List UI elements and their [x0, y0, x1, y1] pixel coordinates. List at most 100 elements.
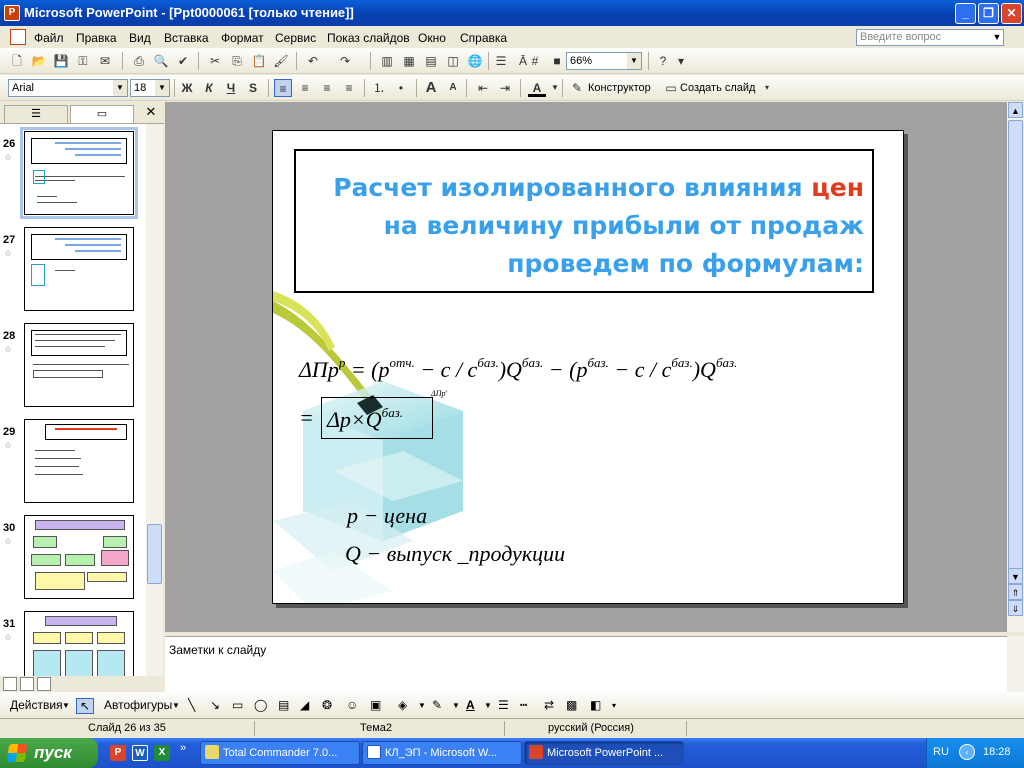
document-icon[interactable]: [10, 29, 26, 45]
increase-indent-icon[interactable]: ⇥: [496, 79, 514, 97]
quicklaunch-more-icon[interactable]: »: [180, 742, 186, 754]
tables-borders-icon[interactable]: ▤: [422, 52, 440, 70]
align-right-icon[interactable]: ≡: [318, 79, 336, 97]
increase-font-icon[interactable]: A: [422, 79, 440, 97]
menu-insert[interactable]: Вставка: [164, 31, 209, 45]
menu-window[interactable]: Окно: [418, 31, 446, 45]
formula-line-1[interactable]: ΔПpp = (pотч. − c / cбаз.)Qбаз. − (pбаз.…: [299, 355, 737, 383]
legend-output[interactable]: Q − выпуск _продукции: [345, 541, 565, 567]
zoom-select[interactable]: 66% ▼: [566, 52, 642, 70]
font-color-icon[interactable]: A: [466, 698, 475, 712]
underline-button[interactable]: Ч: [222, 79, 240, 97]
tab-slides[interactable]: ▭: [70, 105, 134, 123]
slide-sorter-view-icon[interactable]: [20, 677, 34, 691]
legend-price[interactable]: p − цена: [347, 503, 427, 529]
textbox-icon[interactable]: ▤: [278, 698, 289, 712]
redo-icon[interactable]: ↷: [336, 52, 354, 70]
quicklaunch-excel-icon[interactable]: X: [154, 745, 170, 761]
slide-thumbnail-26[interactable]: [20, 127, 138, 219]
bold-button[interactable]: Ж: [178, 79, 196, 97]
new-slide-icon[interactable]: ▭: [662, 79, 680, 97]
copy-icon[interactable]: ⎘: [228, 52, 246, 70]
new-slide-button[interactable]: Создать слайд: [680, 82, 755, 94]
font-size-select[interactable]: 18 ▼: [130, 79, 170, 97]
toolbar-options-icon[interactable]: ▾: [758, 79, 776, 97]
slide-canvas[interactable]: Расчет изолированного влияния цен на вел…: [272, 130, 904, 604]
3d-style-icon[interactable]: ◧: [590, 698, 601, 712]
numbering-icon[interactable]: ⒈: [370, 79, 388, 97]
slide-thumbnail-31[interactable]: [24, 611, 134, 676]
arrow-style-icon[interactable]: ⇄: [544, 698, 554, 712]
next-slide-icon[interactable]: ⇓: [1008, 600, 1023, 616]
actions-menu[interactable]: Действия: [10, 698, 63, 712]
slide-thumbnail-29[interactable]: [24, 419, 134, 503]
bullets-icon[interactable]: •: [392, 79, 410, 97]
thumbnails-scrollbar[interactable]: [146, 124, 163, 676]
notes-scrollbar[interactable]: [1007, 636, 1024, 692]
menu-file[interactable]: Файл: [34, 31, 64, 45]
save-icon[interactable]: 💾: [52, 52, 70, 70]
insert-chart-icon[interactable]: ▥: [378, 52, 396, 70]
task-word[interactable]: КЛ_ЭП - Microsoft W...: [362, 741, 522, 765]
font-size-dropdown-icon[interactable]: ▼: [155, 80, 169, 96]
quicklaunch-word-icon[interactable]: W: [132, 745, 148, 761]
close-button[interactable]: ✕: [1001, 3, 1022, 24]
designer-icon[interactable]: ✎: [568, 79, 586, 97]
wordart-icon[interactable]: ◢: [300, 698, 309, 712]
notes-pane[interactable]: Заметки к слайду: [165, 636, 1007, 692]
menu-edit[interactable]: Правка: [76, 31, 117, 45]
slide-thumbnails-pane[interactable]: 26 ☆ 27 ☆ 28 ☆ 29 ☆ 30 ☆ 31 ☆: [0, 124, 146, 676]
menu-slideshow[interactable]: Показ слайдов: [327, 31, 410, 45]
font-color-dropdown-icon[interactable]: ▼: [484, 701, 492, 710]
oval-icon[interactable]: ◯: [254, 698, 267, 712]
toolbar-options-icon[interactable]: ▾: [672, 52, 690, 70]
dash-style-icon[interactable]: ┅: [520, 698, 527, 712]
open-folder-icon[interactable]: 📂: [30, 52, 48, 70]
autoshapes-dropdown-icon[interactable]: ▼: [172, 701, 180, 710]
scroll-thumb[interactable]: [1008, 120, 1023, 600]
scroll-up-icon[interactable]: ▲: [1008, 102, 1023, 118]
previous-slide-icon[interactable]: ⇑: [1008, 584, 1023, 600]
fill-color-dropdown-icon[interactable]: ▼: [418, 701, 426, 710]
scroll-thumb[interactable]: [147, 524, 162, 584]
line-color-dropdown-icon[interactable]: ▼: [452, 701, 460, 710]
start-button[interactable]: пуск: [0, 738, 98, 768]
color-grayscale-icon[interactable]: ■: [548, 52, 566, 70]
decrease-indent-icon[interactable]: ⇤: [474, 79, 492, 97]
slide-title[interactable]: Расчет изолированного влияния цен на вел…: [304, 169, 864, 283]
help-dropdown-icon[interactable]: ▼: [991, 30, 1003, 45]
restore-button[interactable]: ❐: [978, 3, 999, 24]
slide-thumbnail-28[interactable]: [24, 323, 134, 407]
align-left-icon[interactable]: ≡: [274, 79, 292, 97]
align-center-icon[interactable]: ≡: [296, 79, 314, 97]
normal-view-icon[interactable]: [3, 677, 17, 691]
zoom-dropdown-icon[interactable]: ▼: [627, 53, 641, 69]
help-question-input[interactable]: Введите вопрос: [856, 29, 1004, 46]
slide-scrollbar[interactable]: ▲ ▼ ⇑ ⇓: [1007, 102, 1024, 632]
decrease-font-icon[interactable]: A: [444, 79, 462, 97]
clock[interactable]: 18:28: [983, 746, 1011, 758]
menu-view[interactable]: Вид: [129, 31, 151, 45]
help-icon[interactable]: ?: [654, 52, 672, 70]
spelling-icon[interactable]: ✔: [174, 52, 192, 70]
minimize-button[interactable]: _: [955, 3, 976, 24]
picture-icon[interactable]: ▣: [370, 698, 381, 712]
show-grid-icon[interactable]: #: [526, 52, 544, 70]
powerpoint-app-icon[interactable]: P: [4, 5, 20, 21]
line-color-icon[interactable]: ✎: [432, 698, 442, 712]
show-hidden-icons-icon[interactable]: ‹: [959, 744, 975, 760]
input-language[interactable]: RU: [933, 746, 949, 758]
quicklaunch-powerpoint-icon[interactable]: P: [110, 745, 126, 761]
format-painter-icon[interactable]: 🖌: [272, 52, 290, 70]
arrow-icon[interactable]: ↘: [210, 698, 220, 712]
slideshow-view-icon[interactable]: [37, 677, 51, 691]
menu-format[interactable]: Формат: [221, 31, 264, 45]
hyperlink-icon[interactable]: 🌐: [466, 52, 484, 70]
email-icon[interactable]: ✉: [96, 52, 114, 70]
menu-tools[interactable]: Сервис: [275, 31, 316, 45]
menu-help[interactable]: Справка: [460, 31, 507, 45]
task-total-commander[interactable]: Total Commander 7.0...: [200, 741, 360, 765]
slide-thumbnail-27[interactable]: [24, 227, 134, 311]
toolbar-options-icon[interactable]: ▾: [612, 701, 616, 710]
shadow-button[interactable]: S: [244, 79, 262, 97]
